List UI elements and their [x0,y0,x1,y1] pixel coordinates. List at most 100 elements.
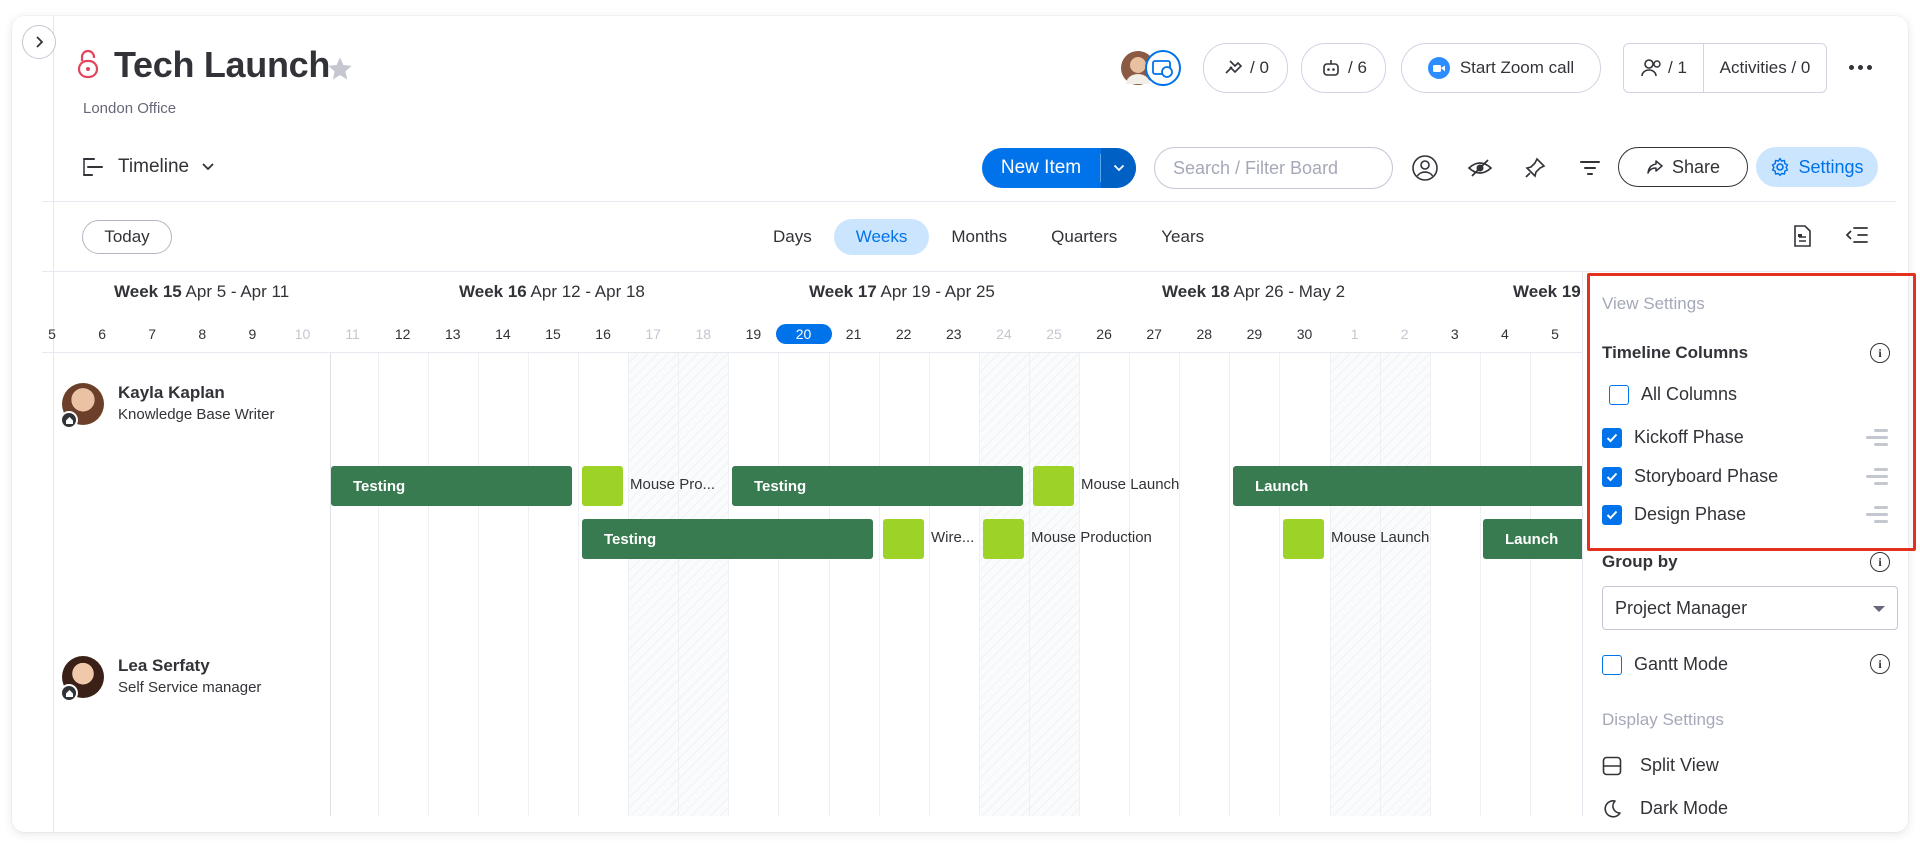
person-name: Kayla Kaplan [118,383,225,402]
people-icon [1641,59,1661,77]
timeline-item[interactable]: Testing [732,466,1023,506]
timeline-item[interactable]: Testing [582,519,873,559]
gantt-mode-checkbox[interactable]: Gantt Mode [1602,654,1728,675]
tab-weeks[interactable]: Weeks [833,219,930,255]
today-marker: 20 [775,324,832,344]
column-checkbox-storyboard[interactable]: Storyboard Phase [1602,466,1778,487]
group-by-select[interactable]: Project Manager [1602,586,1898,630]
tab-years[interactable]: Years [1139,219,1226,255]
split-view-option[interactable]: Split View [1602,755,1719,776]
person-name: Lea Serfaty [118,656,210,675]
checkbox[interactable] [1602,466,1622,487]
checkbox[interactable] [1602,504,1622,525]
timeline-item[interactable]: Launch [1233,466,1582,506]
checkbox[interactable] [1602,427,1622,448]
zoom-icon [1427,57,1450,79]
filter-icon[interactable] [1574,152,1606,184]
split-view-label: Split View [1640,755,1719,775]
info-icon[interactable]: i [1870,552,1890,572]
day-number: 14 [495,326,511,342]
drag-handle-icon[interactable] [1866,506,1888,523]
day-number: 11 [345,326,360,342]
members-button[interactable]: / 1 [1624,44,1704,92]
board-title[interactable]: Tech Launch [114,44,330,86]
avatar [60,656,104,702]
day-number: 23 [946,326,962,342]
dark-mode-label: Dark Mode [1640,798,1729,818]
person-row-kayla[interactable]: Kayla Kaplan Knowledge Base Writer [60,383,274,429]
day-gridline [1479,353,1481,816]
export-document-icon[interactable] [1791,224,1813,248]
day-number: 22 [895,326,912,342]
gear-icon [1772,157,1789,177]
day-number: 12 [394,326,411,342]
weekend-column [1379,353,1430,816]
share-button[interactable]: Share [1618,147,1748,187]
timeline-view-icon [83,158,103,176]
start-zoom-call-button[interactable]: Start Zoom call [1401,43,1601,93]
timeline-item-label: Mouse Pro... [630,476,716,493]
drag-handle-icon[interactable] [1866,429,1888,446]
day-number: 10 [294,326,311,342]
view-settings-title: View Settings [1602,294,1705,313]
person-filter-icon[interactable] [1409,152,1441,184]
day-number: 16 [595,326,611,342]
timeline-milestone[interactable] [883,519,924,559]
search-filter-input[interactable] [1154,147,1393,189]
day-number: 29 [1246,326,1263,342]
all-columns-checkbox[interactable]: All Columns [1609,384,1737,405]
pin-icon[interactable] [1519,152,1551,184]
day-gridline [1379,353,1381,816]
settings-button[interactable]: Settings [1756,147,1878,187]
timeline-item[interactable]: Launch [1483,519,1582,559]
timeline-item[interactable]: Testing [331,466,572,506]
expand-sidebar-button[interactable] [22,25,56,59]
info-icon[interactable]: i [1870,343,1890,363]
new-item-button[interactable]: New Item [982,148,1100,188]
day-number: 6 [98,326,106,342]
day-gridline [1429,353,1431,816]
column-checkbox-design[interactable]: Design Phase [1602,504,1746,525]
drag-handle-icon[interactable] [1866,468,1888,485]
all-columns-label: All Columns [1641,384,1738,404]
timeline-milestone[interactable] [1283,519,1324,559]
week-header: Week 15 Apr 5 - Apr 11 [114,282,290,301]
info-icon[interactable]: i [1870,654,1890,674]
day-number: 4 [1500,326,1509,342]
view-selector[interactable]: Timeline [80,152,215,182]
board-subscribers[interactable] [1120,50,1182,86]
tab-days[interactable]: Days [751,219,834,255]
person-row-lea[interactable]: Lea Serfaty Self Service manager [60,656,262,702]
hide-icon[interactable] [1464,152,1496,184]
week-header: Week 16 Apr 12 - Apr 18 [459,282,645,301]
integrations-button[interactable]: / 0 [1203,43,1288,93]
star-icon[interactable] [326,55,354,83]
day-gridline [1229,353,1231,816]
checkbox[interactable] [1609,384,1629,405]
activities-button[interactable]: Activities / 0 [1704,58,1826,78]
timeline-item-label: Mouse Production [1031,529,1152,546]
tab-quarters[interactable]: Quarters [1029,219,1139,255]
day-gridline [728,353,730,816]
chevron-down-icon [1113,164,1124,172]
timeline-milestone[interactable] [1033,466,1074,506]
today-button[interactable]: Today [82,220,172,254]
toolbar-divider [42,201,1896,202]
chevron-down-icon [202,163,214,171]
weekend-column [978,353,1029,816]
timeline-item-label: Mouse Launch [1081,476,1180,493]
person-role: Self Service manager [118,679,262,696]
collapse-rows-icon[interactable] [1845,224,1869,246]
timeline-milestone[interactable] [582,466,623,506]
day-gridline [1079,353,1081,816]
integrations-icon [1225,60,1243,74]
weekend-column [678,353,729,816]
checkbox[interactable] [1602,654,1622,675]
automations-button[interactable]: / 6 [1301,43,1386,93]
more-options-icon[interactable] [1844,55,1876,79]
tab-months[interactable]: Months [929,219,1029,255]
column-checkbox-kickoff[interactable]: Kickoff Phase [1602,427,1744,448]
settings-label: Settings [1798,156,1864,177]
dark-mode-option[interactable]: Dark Mode [1602,798,1728,819]
timeline-milestone[interactable] [983,519,1024,559]
